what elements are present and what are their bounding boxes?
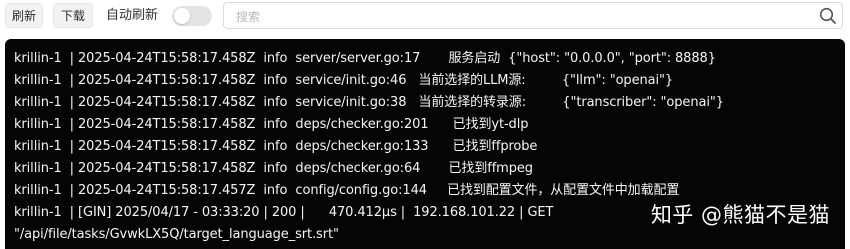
- watermark: 知乎 @熊猫不是猫: [650, 203, 830, 227]
- log-line: krillin-1 | 2025-04-24T15:58:17.458Z inf…: [14, 161, 533, 176]
- search-input[interactable]: [234, 3, 808, 30]
- log-line: krillin-1 | 2025-04-24T15:58:17.458Z inf…: [14, 95, 724, 110]
- search-box: [223, 2, 843, 30]
- refresh-button[interactable]: 刷新: [5, 3, 43, 28]
- auto-refresh-label: 自动刷新: [106, 8, 159, 23]
- search-icon[interactable]: [819, 7, 837, 25]
- log-line: krillin-1 | 2025-04-24T15:58:17.458Z inf…: [14, 51, 716, 66]
- log-line: krillin-1 | 2025-04-24T15:58:17.458Z inf…: [14, 117, 529, 132]
- auto-refresh-toggle[interactable]: [172, 6, 212, 26]
- log-line: krillin-1 | 2025-04-24T15:58:17.458Z inf…: [14, 139, 538, 154]
- toggle-knob: [174, 8, 190, 24]
- download-button[interactable]: 下载: [53, 3, 93, 28]
- log-line: krillin-1 | 2025-04-24T15:58:17.458Z inf…: [14, 73, 674, 88]
- toolbar: 刷新 下载 自动刷新: [0, 0, 850, 34]
